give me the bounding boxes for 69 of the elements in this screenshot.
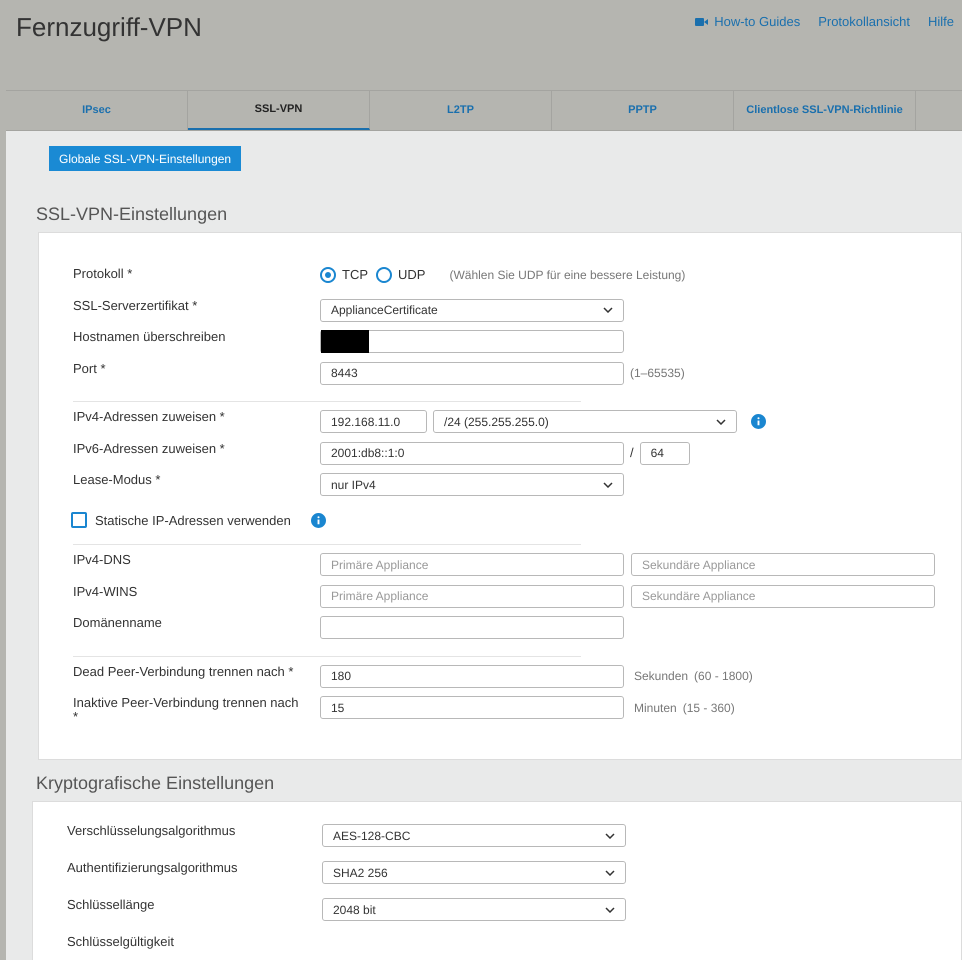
- separator-text: /: [630, 444, 634, 462]
- field-label: IPv6-Adressen zuweisen *: [73, 442, 226, 456]
- section-heading: Kryptografische Einstellungen: [36, 772, 276, 795]
- hint-text: (60 - 1800): [694, 668, 753, 685]
- input-value: 180: [331, 668, 352, 685]
- checkbox[interactable]: [71, 512, 87, 528]
- input-value: 192.168.11.0: [331, 414, 400, 430]
- global-settings-button[interactable]: Globale SSL-VPN-Einstellungen: [49, 146, 242, 171]
- text-input[interactable]: Primäre Appliance: [320, 584, 624, 608]
- field-label: Protokoll *: [73, 267, 134, 281]
- field-label: Schlüsselgültigkeit: [67, 935, 175, 949]
- info-icon[interactable]: [310, 512, 326, 528]
- text-input[interactable]: [320, 616, 624, 639]
- field-label: Port *: [73, 362, 107, 376]
- chevron-down-icon: [605, 832, 615, 838]
- field-label: Authentifizierungsalgorithmus: [67, 861, 239, 875]
- dropdown-select[interactable]: nur IPv4: [320, 473, 624, 496]
- field-label: IPv4-WINS: [73, 584, 138, 598]
- select-value: SHA2 256: [333, 864, 388, 882]
- dropdown-select[interactable]: /24 (255.255.255.0): [433, 410, 737, 433]
- input-value: 64: [650, 445, 664, 462]
- unit-text: Sekunden: [634, 668, 688, 685]
- select-value: AES-128-CBC: [333, 828, 410, 844]
- radio-option[interactable]: TCP: [320, 265, 368, 284]
- field-label: Domänenname: [73, 616, 163, 630]
- dropdown-select[interactable]: AES-128-CBC: [322, 824, 626, 847]
- section-heading: SSL-VPN-Einstellungen: [36, 203, 228, 226]
- field-label: Verschlüsselungsalgorithmus: [67, 824, 236, 838]
- select-value: /24 (255.255.255.0): [444, 414, 549, 430]
- chevron-down-icon: [603, 482, 613, 488]
- hint-text: (1–65535): [630, 365, 685, 382]
- dropdown-select[interactable]: SHA2 256: [322, 861, 626, 884]
- select-value: ApplianceCertificate: [331, 302, 438, 319]
- text-input[interactable]: Primäre Appliance: [320, 553, 624, 576]
- field-label: SSL-Serverzertifikat *: [73, 298, 198, 312]
- info-icon[interactable]: [751, 414, 766, 429]
- text-input[interactable]: 64: [640, 442, 690, 464]
- text-input[interactable]: [320, 330, 624, 353]
- radio-option[interactable]: UDP: [376, 265, 426, 284]
- field-label: Inaktive Peer-Verbindung trennen nach *: [73, 696, 300, 724]
- field-label: Lease-Modus *: [73, 473, 162, 487]
- chevron-down-icon: [605, 906, 615, 912]
- field-label: Dead Peer-Verbindung trennen nach *: [73, 664, 294, 678]
- dropdown-select[interactable]: ApplianceCertificate: [320, 298, 624, 322]
- page-title: Fernzugriff-VPN: [16, 11, 202, 44]
- unit-text: Minuten: [634, 700, 677, 716]
- select-value: nur IPv4: [331, 476, 376, 494]
- dropdown-select[interactable]: 2048 bit: [322, 898, 626, 921]
- field-label: IPv4-Adressen zuweisen *: [73, 410, 226, 424]
- chevron-down-icon: [603, 307, 613, 313]
- text-input[interactable]: 180: [320, 664, 624, 688]
- text-input[interactable]: 15: [320, 696, 624, 719]
- text-input[interactable]: 2001:db8::1:0: [320, 442, 624, 464]
- field-label: IPv4-DNS: [73, 553, 132, 567]
- select-value: 2048 bit: [333, 902, 376, 918]
- input-value: 15: [331, 700, 344, 716]
- hint-text: (Wählen Sie UDP für eine bessere Leistung): [449, 266, 686, 284]
- field-label: Schlüssellänge: [67, 898, 156, 912]
- text-input[interactable]: 192.168.11.0: [320, 410, 427, 433]
- input-value: 2001:db8::1:0: [331, 445, 404, 462]
- chevron-down-icon: [716, 418, 726, 424]
- input-value: 8443: [331, 365, 358, 382]
- checkbox-label: Statische IP-Adressen verwenden: [95, 512, 291, 530]
- text-input[interactable]: 8443: [320, 362, 624, 384]
- text-input[interactable]: Sekundäre Appliance: [631, 584, 935, 608]
- chevron-down-icon: [605, 870, 615, 876]
- text-input[interactable]: Sekundäre Appliance: [631, 553, 935, 576]
- hint-text: (15 - 360): [682, 700, 735, 716]
- field-label: Hostnamen überschreiben: [73, 330, 226, 344]
